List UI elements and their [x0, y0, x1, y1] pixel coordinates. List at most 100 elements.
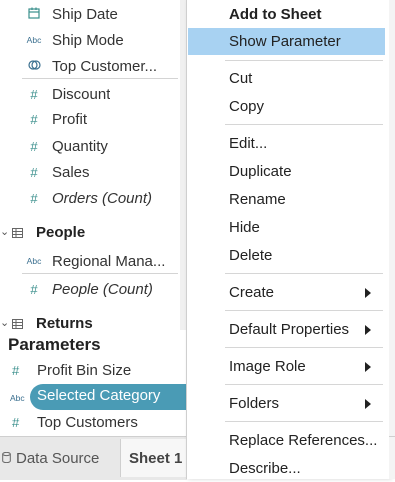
calendar-icon	[26, 7, 42, 22]
menu-item-label: Edit...	[229, 135, 268, 152]
field-label: Discount	[52, 85, 111, 103]
divider	[389, 436, 395, 437]
parameter-top-customers[interactable]: # Top Customers	[0, 411, 186, 437]
menu-item-label: Create	[229, 284, 275, 301]
field-label: Orders (Count)	[52, 189, 153, 207]
tableau-workspace: Ship Date Abc Ship Mode Top Customer... …	[0, 0, 395, 480]
submenu-arrow-icon	[365, 325, 371, 335]
menu-item-label: Add to Sheet	[229, 6, 322, 23]
field-orders-count[interactable]: # Orders (Count)	[0, 186, 180, 210]
field-label: People (Count)	[52, 280, 153, 298]
menu-item-duplicate[interactable]: Duplicate	[187, 158, 385, 185]
menu-item-label: Copy	[229, 98, 265, 115]
parameter-label: Selected Category	[37, 387, 161, 404]
chevron-down-icon[interactable]: ⌄	[0, 225, 9, 238]
menu-item-label: Rename	[229, 191, 286, 208]
number-measure-icon: #	[12, 415, 20, 430]
field-people-count[interactable]: # People (Count)	[0, 277, 180, 301]
menu-item-rename[interactable]: Rename	[187, 186, 385, 213]
tab-sheet-1[interactable]: Sheet 1	[120, 439, 188, 477]
abc-string-icon: Abc	[26, 256, 42, 266]
menu-item-label: Default Properties	[229, 321, 350, 338]
database-icon	[2, 451, 11, 466]
field-label: Top Customer...	[52, 57, 158, 75]
menu-item-label: Folders	[229, 395, 280, 412]
divider	[22, 78, 178, 79]
field-label: Ship Date	[52, 5, 118, 23]
linked-set-icon	[26, 59, 42, 74]
menu-separator	[225, 421, 383, 422]
menu-item-label: Duplicate	[229, 163, 292, 180]
submenu-arrow-icon	[365, 399, 371, 409]
folder-people[interactable]: ⌄ People	[0, 222, 180, 246]
menu-item-folders[interactable]: Folders	[187, 390, 385, 417]
menu-item-edit[interactable]: Edit...	[187, 130, 385, 157]
number-measure-icon: #	[30, 164, 38, 180]
menu-separator	[225, 384, 383, 385]
tab-data-source[interactable]: Data Source	[0, 439, 118, 477]
menu-item-label: Show Parameter	[229, 33, 341, 50]
menu-item-label: Cut	[229, 70, 253, 87]
tab-label: Data Source	[16, 450, 100, 467]
field-top-customers-set[interactable]: Top Customer...	[0, 54, 180, 78]
parameter-selected-category[interactable]: Abc Selected Category	[0, 384, 186, 410]
field-ship-date[interactable]: Ship Date	[0, 2, 180, 26]
table-icon	[12, 228, 23, 238]
menu-separator	[225, 347, 383, 348]
field-profit[interactable]: # Profit	[0, 107, 180, 131]
field-sales[interactable]: # Sales	[0, 160, 180, 184]
submenu-arrow-icon	[365, 288, 371, 298]
field-quantity[interactable]: # Quantity	[0, 134, 180, 158]
number-measure-icon: #	[30, 281, 38, 297]
parameter-label: Top Customers	[37, 414, 138, 431]
parameter-label: Profit Bin Size	[37, 362, 132, 379]
menu-item-hide[interactable]: Hide	[187, 214, 385, 241]
parameters-heading-label: Parameters	[8, 335, 101, 354]
menu-item-copy[interactable]: Copy	[187, 93, 385, 120]
submenu-arrow-icon	[365, 362, 371, 372]
menu-separator	[225, 310, 383, 311]
menu-item-label: Delete	[229, 247, 273, 264]
menu-item-delete[interactable]: Delete	[187, 242, 385, 269]
menu-item-create[interactable]: Create	[187, 279, 385, 306]
context-menu: Add to Sheet Show Parameter Cut Copy Edi…	[186, 0, 390, 479]
tab-label: Sheet 1	[129, 450, 183, 467]
menu-separator	[225, 124, 383, 125]
number-measure-icon: #	[12, 363, 20, 378]
field-discount[interactable]: # Discount	[0, 82, 180, 106]
number-measure-icon: #	[30, 86, 38, 102]
table-icon	[12, 319, 23, 329]
field-label: Profit	[52, 110, 88, 128]
abc-string-icon: Abc	[10, 393, 25, 403]
menu-item-label: Image Role	[229, 358, 306, 375]
field-label: Ship Mode	[52, 31, 124, 49]
menu-item-describe[interactable]: Describe...	[187, 455, 385, 482]
field-regional-manager[interactable]: Abc Regional Mana...	[0, 249, 180, 273]
chevron-down-icon[interactable]: ⌄	[0, 316, 9, 329]
menu-separator	[225, 60, 383, 61]
folder-label: People	[36, 224, 86, 241]
menu-separator	[225, 273, 383, 274]
sheet-tab-bar: Data Source Sheet 1	[0, 436, 188, 480]
menu-item-image-role[interactable]: Image Role	[187, 353, 385, 380]
menu-item-add-to-sheet[interactable]: Add to Sheet	[187, 1, 385, 28]
menu-item-label: Describe...	[229, 460, 301, 477]
menu-item-replace-references[interactable]: Replace References...	[187, 427, 385, 454]
field-label: Regional Mana...	[52, 252, 166, 270]
canvas-edge	[389, 0, 395, 479]
field-label: Sales	[52, 163, 90, 181]
field-ship-mode[interactable]: Abc Ship Mode	[0, 28, 180, 52]
field-label: Quantity	[52, 137, 108, 155]
parameters-heading: Parameters	[0, 330, 186, 358]
parameter-profit-bin-size[interactable]: # Profit Bin Size	[0, 359, 186, 385]
number-measure-icon: #	[30, 138, 38, 154]
menu-item-show-parameter[interactable]: Show Parameter	[187, 28, 385, 55]
divider	[22, 273, 178, 274]
abc-string-icon: Abc	[26, 35, 42, 45]
number-measure-icon: #	[30, 111, 38, 127]
menu-item-label: Hide	[229, 219, 260, 236]
menu-item-label: Replace References...	[229, 432, 378, 449]
menu-item-default-properties[interactable]: Default Properties	[187, 316, 385, 343]
number-measure-icon: #	[30, 190, 38, 206]
menu-item-cut[interactable]: Cut	[187, 65, 385, 92]
